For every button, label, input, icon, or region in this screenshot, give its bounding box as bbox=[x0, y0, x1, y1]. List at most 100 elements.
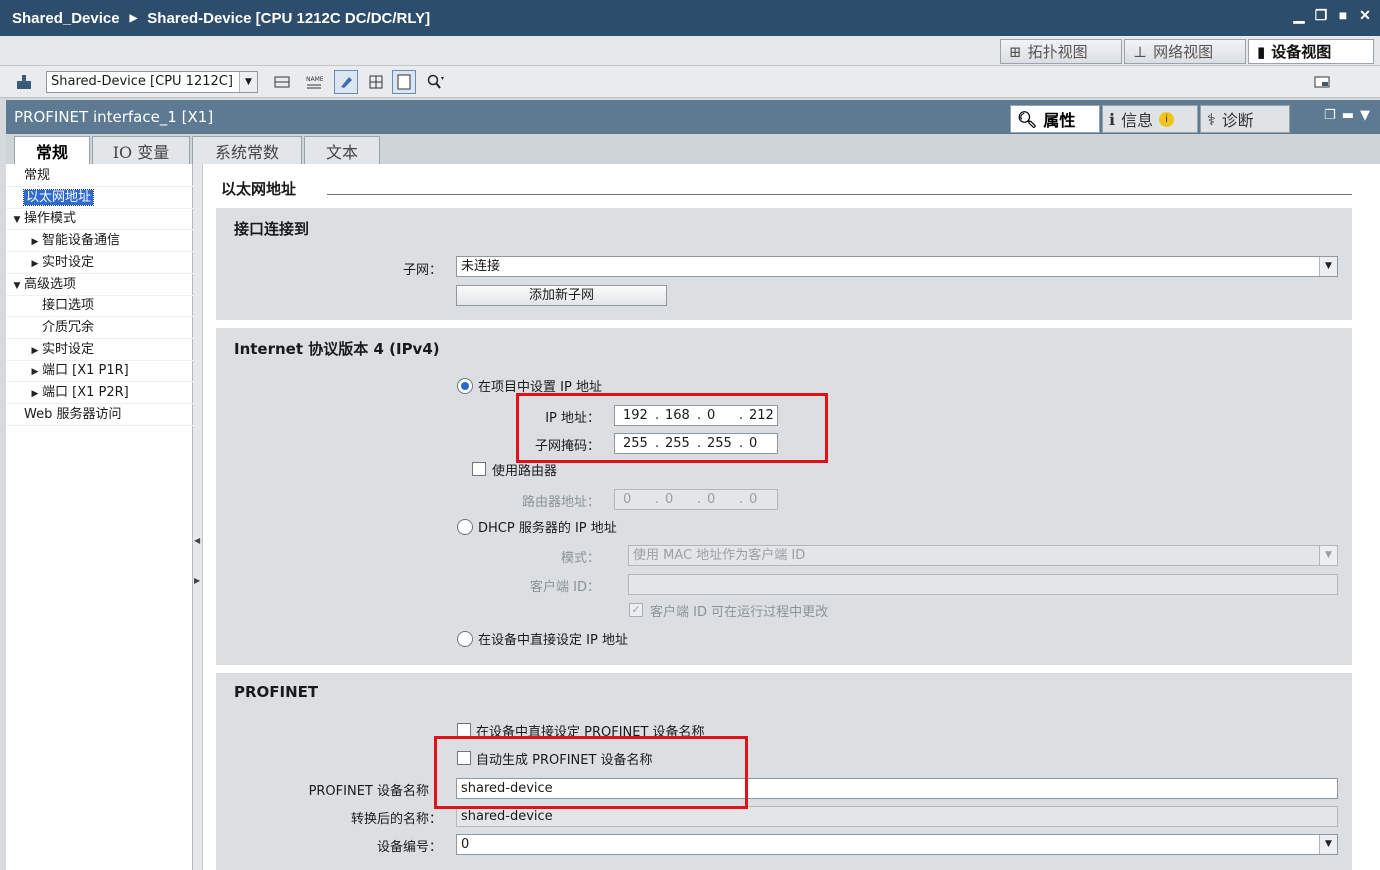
device-name-label: PROFINET 设备名称 bbox=[308, 784, 429, 799]
network-icon: ⊥ bbox=[1133, 42, 1148, 61]
nav-item-label: 常规 bbox=[24, 168, 51, 183]
add-new-subnet-button[interactable]: 添加新子网 bbox=[456, 285, 667, 306]
nav-item-label: 操作模式 bbox=[24, 211, 77, 227]
zoom-icon[interactable] bbox=[424, 70, 448, 94]
tab-info-label: 信息 bbox=[1121, 111, 1154, 130]
mode-select[interactable]: 使用 MAC 地址作为客户端 ID ▼ bbox=[628, 545, 1338, 566]
subnet-select[interactable]: 未连接 ▼ bbox=[456, 256, 1338, 277]
nav-item-label: 接口选项 bbox=[42, 298, 95, 314]
window-controls: ▁ ❐ ■ ✕ bbox=[1292, 8, 1372, 22]
inspector-title: PROFINET interface_1 [X1] bbox=[14, 108, 214, 126]
dhcp-label: DHCP 服务器的 IP 地址 bbox=[478, 521, 617, 536]
subtab-texts[interactable]: 文本 bbox=[304, 136, 380, 164]
subtab-io-tags[interactable]: IO 变量 bbox=[92, 136, 190, 164]
nav-item[interactable]: ▼ 操作模式 bbox=[6, 209, 193, 231]
device-number-select[interactable]: 0 ▼ bbox=[456, 834, 1338, 855]
tab-properties[interactable]: 🔍︎ 属性 bbox=[1010, 105, 1100, 133]
expand-right-icon[interactable]: ▶ bbox=[194, 576, 202, 585]
converted-name-label: 转换后的名称： bbox=[350, 812, 442, 827]
close-icon[interactable]: ✕ bbox=[1358, 8, 1372, 22]
nav-item[interactable]: ▶ 实时设定 bbox=[6, 253, 193, 274]
tab-network-label: 网络视图 bbox=[1153, 43, 1214, 61]
subnet-label: 子网： bbox=[402, 263, 442, 278]
router-address-field[interactable]: 0 . 0 . 0 . 0 bbox=[614, 489, 778, 510]
minimize-panel-icon[interactable]: ▬ bbox=[1342, 108, 1354, 123]
minimize-icon[interactable]: ▁ bbox=[1292, 8, 1306, 22]
edit-icon[interactable] bbox=[334, 70, 358, 94]
splitter[interactable]: ◀ ▶ bbox=[193, 164, 203, 870]
collapse-left-icon[interactable]: ◀ bbox=[194, 536, 202, 545]
dot: . bbox=[739, 492, 744, 507]
chevron-down-icon[interactable]: ▼ bbox=[1319, 546, 1337, 565]
tab-diagnostics[interactable]: ⚕ 诊断 bbox=[1200, 105, 1290, 133]
overview-icon[interactable] bbox=[1310, 70, 1334, 94]
project-title: Shared_Device bbox=[12, 9, 120, 27]
group-title-connection: 接口连接到 bbox=[234, 220, 310, 238]
section-divider bbox=[327, 194, 1352, 195]
subtab-general[interactable]: 常规 bbox=[14, 136, 90, 165]
nav-item[interactable]: ▶ 智能设备通信 bbox=[6, 231, 193, 253]
subtab-system-constants[interactable]: 系统常数 bbox=[192, 136, 302, 164]
tab-device-view[interactable]: ▮ 设备视图 bbox=[1248, 39, 1374, 64]
nav-item[interactable]: 以太网地址 bbox=[6, 188, 193, 209]
nav-item-label: 高级选项 bbox=[24, 276, 77, 292]
float-panel-icon[interactable]: ❐ bbox=[1324, 108, 1336, 123]
chevron-down-icon[interactable]: ▼ bbox=[239, 72, 257, 92]
tab-info[interactable]: ℹ 信息 i bbox=[1102, 105, 1198, 133]
client-id-changeable-checkbox[interactable]: ✓ bbox=[629, 603, 643, 617]
device-selector[interactable]: Shared-Device [CPU 1212C] ▼ bbox=[46, 71, 258, 93]
expand-right-icon[interactable]: ▶ bbox=[28, 232, 42, 252]
svg-text:NAME: NAME bbox=[306, 76, 323, 83]
device-toolbar: Shared-Device [CPU 1212C] ▼ NAME bbox=[0, 66, 1380, 98]
title-bar: Shared_Device ▶ Shared-Device [CPU 1212C… bbox=[0, 0, 1380, 36]
client-id-changeable-label: 客户端 ID 可在运行过程中更改 bbox=[650, 605, 829, 620]
chevron-down-icon[interactable]: ▼ bbox=[1319, 835, 1337, 854]
expand-down-icon[interactable]: ▼ bbox=[10, 210, 24, 230]
info-tab-icon: ℹ bbox=[1109, 109, 1116, 129]
mode-label: 模式： bbox=[560, 551, 600, 566]
direct-name-checkbox[interactable] bbox=[457, 723, 471, 737]
expand-right-icon[interactable]: ▶ bbox=[28, 341, 42, 361]
nav-item[interactable]: 接口选项 bbox=[6, 296, 193, 318]
nav-item[interactable]: ▶ 端口 [X1 P2R] bbox=[6, 383, 193, 404]
tab-properties-label: 属性 bbox=[1043, 111, 1076, 130]
converted-name-field: shared-device bbox=[456, 806, 1338, 827]
chevron-down-icon[interactable]: ▼ bbox=[1319, 257, 1337, 276]
device-number-label: 设备编号： bbox=[376, 840, 442, 855]
page-icon[interactable] bbox=[392, 70, 416, 94]
subnet-select-value: 未连接 bbox=[461, 259, 501, 274]
expand-right-icon[interactable]: ▶ bbox=[28, 254, 42, 274]
collapse-panel-icon[interactable]: ▼ bbox=[1360, 108, 1370, 123]
info-badge-icon: i bbox=[1159, 111, 1175, 127]
nav-item[interactable]: 常规 bbox=[6, 166, 193, 187]
device-icon: ▮ bbox=[1257, 42, 1266, 61]
group-interface-connection: 接口连接到 子网： 未连接 ▼ 添加新子网 bbox=[216, 208, 1352, 320]
client-id-field[interactable] bbox=[628, 574, 1338, 595]
nav-item[interactable]: Web 服务器访问 bbox=[6, 405, 193, 426]
restore-icon[interactable]: ❐ bbox=[1314, 8, 1328, 22]
radio-set-ip-on-device[interactable] bbox=[457, 631, 473, 647]
nav-item[interactable]: ▶ 实时设定 bbox=[6, 340, 193, 361]
nav-item[interactable]: ▶ 端口 [X1 P1R] bbox=[6, 361, 193, 383]
dot: . bbox=[655, 492, 660, 507]
expand-down-icon[interactable]: ▼ bbox=[10, 276, 24, 296]
router-octet-4: 0 bbox=[749, 492, 758, 507]
expand-right-icon[interactable]: ▶ bbox=[28, 384, 42, 404]
nav-item-label: Web 服务器访问 bbox=[24, 406, 122, 422]
radio-set-ip-in-project[interactable] bbox=[457, 378, 473, 394]
nav-item[interactable]: ▼ 高级选项 bbox=[6, 275, 193, 296]
panel-controls: ❐ ▬ ▼ bbox=[1324, 108, 1370, 123]
device-tree-icon[interactable] bbox=[12, 70, 36, 94]
tab-topology-view[interactable]: ⊞ 拓扑视图 bbox=[1000, 39, 1122, 64]
grid-icon[interactable] bbox=[270, 70, 294, 94]
table-icon[interactable] bbox=[364, 70, 388, 94]
nav-item-label: 智能设备通信 bbox=[42, 233, 121, 249]
maximize-icon[interactable]: ■ bbox=[1336, 8, 1350, 22]
use-router-checkbox[interactable] bbox=[472, 462, 486, 476]
expand-right-icon[interactable]: ▶ bbox=[28, 362, 42, 382]
name-icon[interactable]: NAME bbox=[302, 70, 326, 94]
radio-dhcp[interactable] bbox=[457, 519, 473, 535]
property-nav-tree: 常规 以太网地址 ▼ 操作模式 ▶ 智能设备通信 ▶ 实时设定 ▼ 高级选项 接口选项 介质冗余 ▶ 实时… bbox=[6, 164, 193, 870]
tab-network-view[interactable]: ⊥ 网络视图 bbox=[1124, 39, 1246, 64]
nav-item[interactable]: 介质冗余 bbox=[6, 318, 193, 339]
